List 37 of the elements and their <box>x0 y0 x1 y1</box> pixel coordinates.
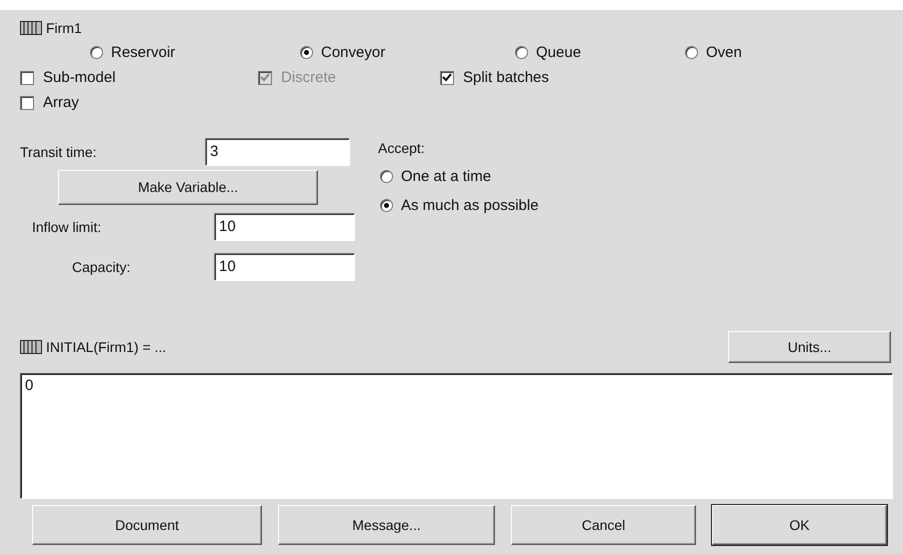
capacity-field[interactable]: 10 <box>214 252 355 280</box>
accept-label: Accept: <box>378 140 426 156</box>
units-button[interactable]: Units... <box>728 330 891 362</box>
radio-label: One at a time <box>401 168 492 184</box>
radio-button[interactable] <box>380 198 393 212</box>
equation-label: INITIAL(Firm1) = ... <box>46 338 166 354</box>
radio-button[interactable] <box>685 46 698 59</box>
radio-button[interactable] <box>515 46 528 59</box>
radio-label: Reservoir <box>111 44 176 61</box>
field-label: Transit time: <box>20 144 98 160</box>
checkbox-label: Split batches <box>463 69 549 86</box>
variable-name: Firm1 <box>46 20 82 36</box>
radio-label: Oven <box>706 44 742 61</box>
checkbox-label: Sub-model <box>43 69 116 86</box>
dialog-button[interactable]: Cancel <box>511 504 696 544</box>
dialog-button[interactable]: OK <box>712 504 887 544</box>
equation-field[interactable]: 0 <box>20 372 893 498</box>
make-variable-button[interactable]: Make Variable... <box>58 170 318 204</box>
radio-button[interactable] <box>380 170 393 182</box>
radio-button[interactable] <box>90 46 103 59</box>
dialog-button[interactable]: Message... <box>278 504 495 544</box>
dialog-button[interactable]: Document <box>32 504 262 544</box>
checkbox[interactable] <box>440 70 454 84</box>
radio-label: Queue <box>536 44 582 61</box>
field-label: Capacity: <box>71 258 132 274</box>
checkbox[interactable] <box>20 70 34 84</box>
variable-icon <box>20 340 42 354</box>
inflow-limit-field[interactable]: 10 <box>214 212 355 240</box>
transit-time-field[interactable]: 3 <box>205 138 350 166</box>
field-label: Inflow limit: <box>31 218 102 234</box>
checkbox[interactable] <box>20 96 34 110</box>
checkbox-label: Array <box>43 94 79 111</box>
radio-button[interactable] <box>300 46 313 59</box>
variable-icon <box>20 21 42 35</box>
radio-label: Conveyor <box>321 44 386 61</box>
checkbox-label: Discrete <box>281 69 336 86</box>
radio-label: As much as possible <box>401 196 539 214</box>
